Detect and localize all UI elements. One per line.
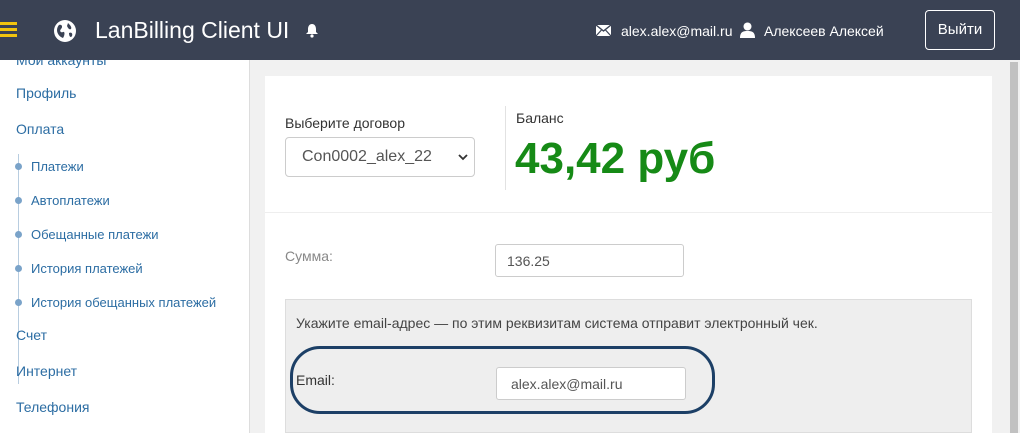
- tree-dot: [15, 231, 22, 238]
- tree-dot: [15, 265, 22, 272]
- sidebar-item-payment-history[interactable]: История платежей: [31, 261, 143, 276]
- contract-label: Выберите договор: [285, 115, 405, 131]
- logout-button[interactable]: Выйти: [925, 10, 995, 50]
- sum-label: Сумма:: [285, 248, 333, 264]
- sidebar-item-payments[interactable]: Платежи: [31, 159, 84, 174]
- menu-icon[interactable]: [0, 22, 17, 38]
- sidebar-item-profile[interactable]: Профиль: [16, 85, 76, 101]
- sidebar-item-promised-payments[interactable]: Обещанные платежи: [31, 227, 159, 242]
- sidebar-item-invoice[interactable]: Счет: [16, 327, 47, 343]
- tree-dot: [15, 197, 22, 204]
- contract-select[interactable]: Con0002_alex_22: [285, 137, 475, 177]
- sidebar-item-payment[interactable]: Оплата: [16, 121, 64, 137]
- user-icon: [740, 22, 755, 38]
- globe-icon: [54, 20, 76, 42]
- chevron-down-icon: [458, 154, 468, 161]
- balance-value: 43,42 руб: [515, 134, 716, 183]
- email-field[interactable]: [496, 367, 686, 400]
- sidebar: Мои аккаунты Профиль Оплата Платежи Авто…: [0, 60, 250, 433]
- tree-dot: [15, 299, 22, 306]
- sidebar-item-telephony[interactable]: Телефония: [16, 399, 89, 415]
- contract-select-value: Con0002_alex_22: [302, 148, 432, 165]
- divider: [265, 212, 992, 213]
- bell-icon[interactable]: [305, 23, 319, 38]
- sidebar-item-promised-history[interactable]: История обещанных платежей: [31, 295, 216, 310]
- mail-icon: [596, 25, 611, 36]
- divider: [505, 106, 506, 190]
- sum-input[interactable]: [495, 244, 684, 277]
- sidebar-item-internet[interactable]: Интернет: [16, 363, 77, 379]
- tree-dot: [15, 163, 22, 170]
- user-name: Алексеев Алексей: [764, 23, 884, 39]
- balance-label: Баланс: [516, 110, 564, 126]
- scrollbar-thumb[interactable]: [1010, 62, 1018, 433]
- scrollbar[interactable]: [1008, 60, 1020, 433]
- receipt-hint: Укажите email-адрес — по этим реквизитам…: [296, 315, 818, 331]
- sidebar-item-autopayments[interactable]: Автоплатежи: [31, 193, 110, 208]
- email-label: Email:: [296, 372, 335, 388]
- app-title[interactable]: LanBilling Client UI: [95, 17, 289, 44]
- payment-card: Выберите договор Con0002_alex_22 Баланс …: [265, 76, 992, 433]
- top-navbar: LanBilling Client UI alex.alex@mail.ru А…: [0, 0, 1020, 60]
- sidebar-item-my-accounts[interactable]: Мои аккаунты: [16, 60, 107, 68]
- user-email: alex.alex@mail.ru: [621, 23, 733, 39]
- receipt-box: Укажите email-адрес — по этим реквизитам…: [285, 299, 972, 433]
